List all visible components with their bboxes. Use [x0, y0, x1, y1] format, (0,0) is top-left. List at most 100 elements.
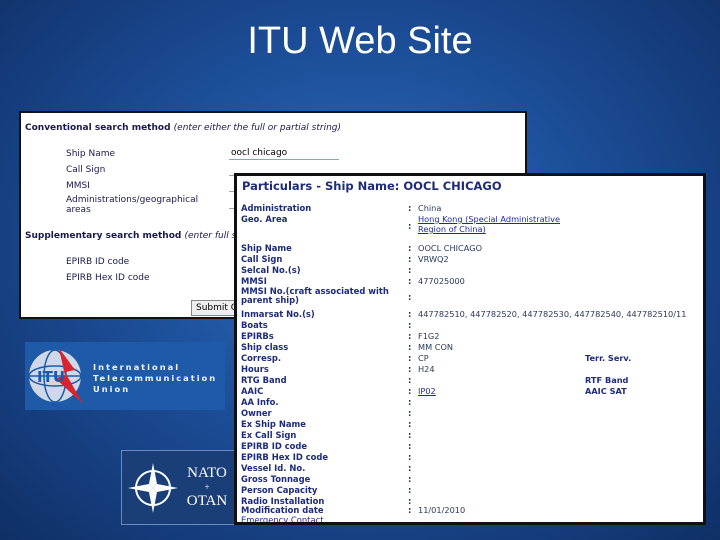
particulars-row-label: EPIRB ID code: [241, 441, 308, 451]
particulars-row: Administration: China: [237, 203, 703, 214]
itu-globe-icon: ITU: [28, 348, 83, 404]
call-sign-label: Call Sign: [66, 165, 106, 175]
particulars-row-value: F1G2: [418, 331, 440, 341]
itu-name-line2: Telecommunication: [93, 373, 218, 383]
particulars-row-label: Modification date: [241, 505, 324, 515]
particulars-row-label: AA Info.: [241, 397, 279, 407]
particulars-row-label: EPIRB Hex ID code: [241, 452, 329, 462]
epirb-id-label: EPIRB ID code: [66, 257, 130, 267]
particulars-row-colon: :: [408, 386, 412, 396]
particulars-row-label: Gross Tonnage: [241, 474, 311, 484]
supplementary-hint: (enter full st: [184, 231, 240, 241]
epirb-hex-label: EPIRB Hex ID code: [66, 273, 150, 283]
particulars-panel: Particulars - Ship Name: OOCL CHICAGO Ad…: [234, 173, 706, 525]
particulars-row-colon: :: [408, 485, 412, 495]
particulars-row-value: MM CON: [418, 342, 454, 352]
particulars-row-colon: :: [408, 397, 412, 407]
supplementary-search-heading: Supplementary search method (enter full …: [25, 231, 240, 241]
particulars-row: Inmarsat No.(s):447782510, 447782520, 44…: [237, 309, 703, 320]
particulars-row-extra-label: Terr. Serv.: [585, 353, 632, 363]
particulars-row-value[interactable]: Hong Kong (Special Administrative Region…: [418, 214, 578, 234]
particulars-row: Person Capacity:: [237, 485, 703, 496]
particulars-row: Owner:: [237, 408, 703, 419]
particulars-row-label: Geo. Area: [241, 214, 288, 224]
particulars-row-colon: :: [408, 203, 412, 213]
particulars-row-label: Person Capacity: [241, 485, 318, 495]
administrations-label: Administrations/geographical areas: [66, 195, 199, 215]
particulars-row-label: Hours: [241, 364, 269, 374]
particulars-row-colon: :: [408, 419, 412, 429]
otan-text: OTAN: [186, 493, 228, 509]
particulars-row-label: Vessel Id. No.: [241, 463, 306, 473]
particulars-row-colon: :: [408, 441, 412, 451]
particulars-row-colon: :: [408, 474, 412, 484]
particulars-row-value: OOCL CHICAGO: [418, 243, 483, 253]
nato-compass-icon: [128, 463, 178, 513]
particulars-row: EPIRBs: F1G2: [237, 331, 703, 342]
particulars-row-value: 11/01/2010: [418, 505, 466, 515]
itu-logo: ITU International Telecommunication Unio…: [25, 342, 225, 410]
particulars-row: EPIRB Hex ID code:: [237, 452, 703, 463]
supplementary-heading-label: Supplementary search method: [25, 231, 182, 241]
particulars-row-label: Corresp.: [241, 353, 282, 363]
particulars-row: EPIRB ID code:: [237, 441, 703, 452]
particulars-row-label: Ship class: [241, 342, 289, 352]
itu-name-line1: International: [93, 362, 181, 372]
particulars-row: AAIC: IP02 AAIC SAT: [237, 386, 703, 397]
particulars-row-colon: :: [408, 375, 412, 385]
particulars-row-label: Boats: [241, 320, 268, 330]
itu-name-line3: Union: [93, 384, 131, 394]
particulars-row-colon: :: [408, 309, 412, 319]
particulars-row-label: Ex Call Sign: [241, 430, 297, 440]
emergency-contact-link[interactable]: Emergency Contact: [241, 515, 323, 522]
conventional-hint: (enter either the full or partial string…: [173, 123, 342, 133]
particulars-row: Corresp.: CP Terr. Serv.: [237, 353, 703, 364]
particulars-row-colon: :: [408, 320, 412, 330]
itu-mark-text: ITU: [37, 368, 65, 386]
particulars-row-label: Ship Name: [241, 243, 292, 253]
particulars-row-colon: :: [408, 276, 412, 286]
particulars-row: Ship Name: OOCL CHICAGO: [237, 243, 703, 254]
particulars-row-value: China: [418, 203, 442, 213]
particulars-row: Selcal No.(s):: [237, 265, 703, 276]
particulars-row-value: 477025000: [418, 276, 465, 286]
nato-logo: NATO + OTAN: [121, 450, 236, 525]
particulars-row: RTG Band: RTF Band: [237, 375, 703, 386]
particulars-row-colon: :: [408, 463, 412, 473]
particulars-row-colon: :: [408, 408, 412, 418]
particulars-row-colon: :: [408, 353, 412, 363]
particulars-row-value: H24: [418, 364, 435, 374]
particulars-row-extra-label: AAIC SAT: [585, 386, 627, 396]
particulars-row: AA Info.:: [237, 397, 703, 408]
slide-title: ITU Web Site: [247, 20, 473, 62]
particulars-row-label: MMSI No.(craft associated with parent sh…: [241, 286, 389, 305]
particulars-row-value: CP: [418, 353, 429, 363]
particulars-row-label: Ex Ship Name: [241, 419, 306, 429]
particulars-row-colon: :: [408, 265, 412, 275]
mmsi-label: MMSI: [66, 181, 90, 191]
particulars-row-value[interactable]: IP02: [418, 386, 436, 396]
conventional-heading-label: Conventional search method: [25, 123, 171, 133]
particulars-row: Call Sign: VRWQ2: [237, 254, 703, 265]
nato-plus-icon: +: [204, 482, 210, 492]
particulars-row: Geo. Area: Hong Kong (Special Administrat…: [237, 214, 703, 234]
particulars-row-extra-label: RTF Band: [585, 375, 629, 385]
particulars-row-colon: :: [408, 254, 412, 264]
particulars-row: Ex Call Sign:: [237, 430, 703, 441]
particulars-row-label: Inmarsat No.(s): [241, 309, 315, 319]
particulars-row-label: AAIC: [241, 386, 264, 396]
particulars-title: Particulars - Ship Name: OOCL CHICAGO: [242, 179, 502, 193]
particulars-row-colon: :: [408, 364, 412, 374]
ship-name-input[interactable]: [229, 146, 339, 160]
particulars-row-colon: :: [408, 292, 412, 302]
nato-text: NATO: [187, 465, 227, 481]
particulars-row: Ship class: MM CON: [237, 342, 703, 353]
emergency-contact-row: Emergency Contact: [237, 515, 703, 522]
conventional-search-heading: Conventional search method (enter either…: [25, 123, 341, 133]
particulars-row-value: 447782510, 447782520, 447782530, 4477825…: [418, 309, 687, 319]
particulars-row-label: Administration: [241, 203, 312, 213]
particulars-row: Ex Ship Name:: [237, 419, 703, 430]
particulars-row-colon: :: [408, 331, 412, 341]
particulars-row: MMSI No.(craft associated with parent sh…: [237, 287, 703, 305]
particulars-row-label: Call Sign: [241, 254, 283, 264]
